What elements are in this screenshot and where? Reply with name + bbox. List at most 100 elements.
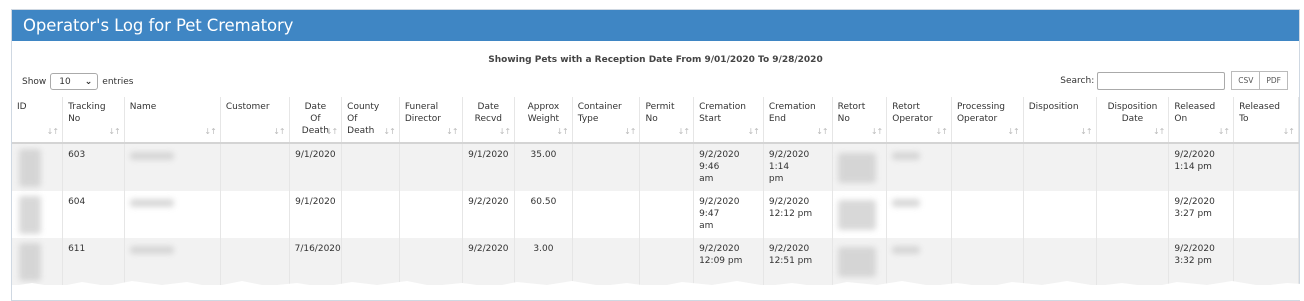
column-header-label: Disposition bbox=[1028, 102, 1079, 112]
cell-released-to bbox=[1233, 143, 1299, 191]
cell-text: 9/2/2020 bbox=[768, 244, 810, 254]
torn-edge-graphic bbox=[12, 281, 1304, 300]
cell-retort-no bbox=[832, 191, 888, 238]
cell-text: 9/2/2020 bbox=[1174, 244, 1215, 254]
column-header-label: Operator bbox=[956, 114, 998, 124]
cell-text: 9/2/2020 9:47 bbox=[699, 197, 740, 219]
sort-arrows-icon[interactable]: ↓↑ bbox=[1218, 126, 1230, 138]
table-body: 603 9/1/2020 9/1/2020 35.00 9/2/2020 9:46 am 9… bbox=[12, 143, 1299, 285]
entries-select[interactable]: 10 ⌄ bbox=[50, 73, 99, 90]
cell-text: 9/2/2020 bbox=[468, 197, 509, 207]
sort-arrows-icon[interactable]: ↓↑ bbox=[747, 126, 759, 138]
sort-arrows-icon[interactable]: ↓↑ bbox=[1007, 126, 1019, 138]
cell-text: 9/2/2020 bbox=[1174, 150, 1215, 160]
cell-cremation-end: 9/2/2020 12:12 pm bbox=[763, 191, 833, 238]
sort-arrows-icon[interactable]: ↓↑ bbox=[678, 126, 690, 138]
column-header-disposition[interactable]: Disposition ↓↑ bbox=[1023, 97, 1097, 144]
column-header-customer[interactable]: Customer ↓↑ bbox=[220, 97, 290, 144]
cell-text: 9/1/2020 bbox=[468, 150, 509, 160]
column-header-id[interactable]: ID ↓↑ bbox=[12, 97, 64, 144]
cell-text: 3.00 bbox=[533, 244, 554, 254]
sort-arrows-icon[interactable]: ↓↑ bbox=[383, 126, 395, 138]
cell-text: 9/1/2020 bbox=[295, 150, 336, 160]
pdf-button[interactable]: PDF bbox=[1260, 71, 1288, 90]
sort-arrows-icon[interactable]: ↓↑ bbox=[204, 126, 216, 138]
column-header-retort-no[interactable]: Retort No ↓↑ bbox=[832, 97, 888, 144]
column-header-disposition-date[interactable]: Disposition Date ↓↑ bbox=[1096, 97, 1170, 144]
column-header-released-to[interactable]: Released To ↓↑ bbox=[1233, 97, 1299, 144]
column-header-label: Funeral bbox=[404, 102, 439, 112]
column-header-label: Operator bbox=[892, 114, 933, 124]
cell-permit bbox=[639, 191, 695, 238]
sort-arrows-icon[interactable]: ↓↑ bbox=[273, 126, 285, 138]
cell-text: 9/2/2020 bbox=[699, 244, 740, 254]
sort-arrows-icon[interactable]: ↓↑ bbox=[816, 126, 828, 138]
sort-arrows-icon[interactable]: ↓↑ bbox=[326, 126, 338, 138]
cell-text: 9/2/2020 bbox=[468, 244, 509, 254]
column-header-label: No bbox=[837, 114, 850, 124]
column-header-date-of-death[interactable]: Date Of Death ↓↑ bbox=[289, 97, 343, 144]
column-header-weight[interactable]: Approx Weight ↓↑ bbox=[514, 97, 573, 144]
cell-released-on: 9/2/2020 1:14 pm bbox=[1168, 143, 1235, 191]
column-header-cremation-end[interactable]: Cremation End ↓↑ bbox=[763, 97, 833, 144]
search-input[interactable] bbox=[1097, 71, 1226, 90]
column-header-released-on[interactable]: Released On ↓↑ bbox=[1168, 97, 1235, 144]
cell-funeral bbox=[399, 191, 463, 238]
sort-arrows-icon[interactable]: ↓↑ bbox=[108, 126, 120, 138]
cell-weight: 60.50 bbox=[514, 191, 573, 238]
column-header-permit[interactable]: Permit No ↓↑ bbox=[639, 97, 695, 144]
cell-cremation-start: 9/2/2020 9:46 am bbox=[693, 143, 764, 191]
operator-log-table: ID ↓↑ Tracking No ↓↑ Name ↓↑ Customer ↓↑ Date Of De… bbox=[12, 97, 1299, 285]
cell-name bbox=[124, 143, 221, 191]
sort-arrows-icon[interactable]: ↓↑ bbox=[47, 126, 59, 138]
column-header-retort-operator[interactable]: Retort Operator ↓↑ bbox=[886, 97, 952, 144]
cell-funeral bbox=[399, 143, 463, 191]
cell-cremation-end: 9/2/2020 1:14 pm bbox=[763, 143, 833, 191]
cell-text: 35.00 bbox=[530, 150, 557, 160]
sort-arrows-icon[interactable]: ↓↑ bbox=[1153, 126, 1165, 138]
table-row[interactable]: 604 9/1/2020 9/2/2020 60.50 9/2/2020 9:47 am 9… bbox=[12, 191, 1299, 238]
sort-arrows-icon[interactable]: ↓↑ bbox=[446, 126, 458, 138]
sort-arrows-icon[interactable]: ↓↑ bbox=[936, 126, 948, 138]
sort-arrows-icon[interactable]: ↓↑ bbox=[871, 126, 883, 138]
cell-text: 9/1/2020 bbox=[295, 197, 336, 207]
sort-arrows-icon[interactable]: ↓↑ bbox=[499, 126, 511, 138]
column-header-date-recvd[interactable]: Date Recvd ↓↑ bbox=[462, 97, 516, 144]
operators-log-panel: Operator's Log for Pet Crematory Showing… bbox=[11, 9, 1304, 301]
cell-text: 3:32 pm bbox=[1174, 256, 1212, 266]
sort-arrows-icon[interactable]: ↓↑ bbox=[1080, 126, 1092, 138]
cell-retort-operator bbox=[886, 191, 952, 238]
cell-weight: 35.00 bbox=[514, 143, 573, 191]
table-row[interactable]: 603 9/1/2020 9/1/2020 35.00 9/2/2020 9:46 am 9… bbox=[12, 143, 1299, 191]
column-header-name[interactable]: Name ↓↑ bbox=[124, 97, 221, 144]
cell-id bbox=[12, 191, 64, 238]
cell-text: 603 bbox=[68, 150, 86, 160]
cell-customer bbox=[220, 143, 290, 191]
column-header-label: Type bbox=[577, 114, 599, 124]
sort-arrows-icon[interactable]: ↓↑ bbox=[556, 126, 568, 138]
column-header-label: Date bbox=[1121, 114, 1144, 124]
column-header-tracking[interactable]: Tracking No ↓↑ bbox=[62, 97, 125, 144]
column-header-processing-operator[interactable]: Processing Operator ↓↑ bbox=[951, 97, 1024, 144]
cell-text: 12:09 pm bbox=[699, 256, 743, 266]
csv-button[interactable]: CSV bbox=[1231, 71, 1261, 90]
column-header-county[interactable]: County Of Death ↓↑ bbox=[341, 97, 400, 144]
panel-title: Operator's Log for Pet Crematory bbox=[12, 10, 1299, 41]
column-header-label: Name bbox=[129, 102, 157, 112]
cell-customer bbox=[220, 191, 290, 238]
column-header-label: Cremation bbox=[699, 102, 746, 112]
sort-arrows-icon[interactable]: ↓↑ bbox=[624, 126, 636, 138]
cell-tracking: 604 bbox=[62, 191, 125, 238]
column-header-cremation-start[interactable]: Cremation Start ↓↑ bbox=[693, 97, 764, 144]
column-header-container[interactable]: Container Type ↓↑ bbox=[572, 97, 641, 144]
column-header-funeral[interactable]: Funeral Director ↓↑ bbox=[399, 97, 463, 144]
column-header-label: Of bbox=[347, 114, 358, 124]
sort-arrows-icon[interactable]: ↓↑ bbox=[1283, 126, 1295, 138]
table-toolbar: Search: CSV PDF bbox=[1060, 71, 1288, 90]
column-header-label: No bbox=[645, 114, 658, 124]
redacted-value bbox=[892, 199, 921, 207]
column-header-label: ID bbox=[17, 102, 27, 112]
cell-text: 9/2/2020 bbox=[768, 197, 810, 207]
cell-date-recvd: 9/2/2020 bbox=[462, 191, 516, 238]
column-header-label: Processing bbox=[956, 102, 1006, 112]
